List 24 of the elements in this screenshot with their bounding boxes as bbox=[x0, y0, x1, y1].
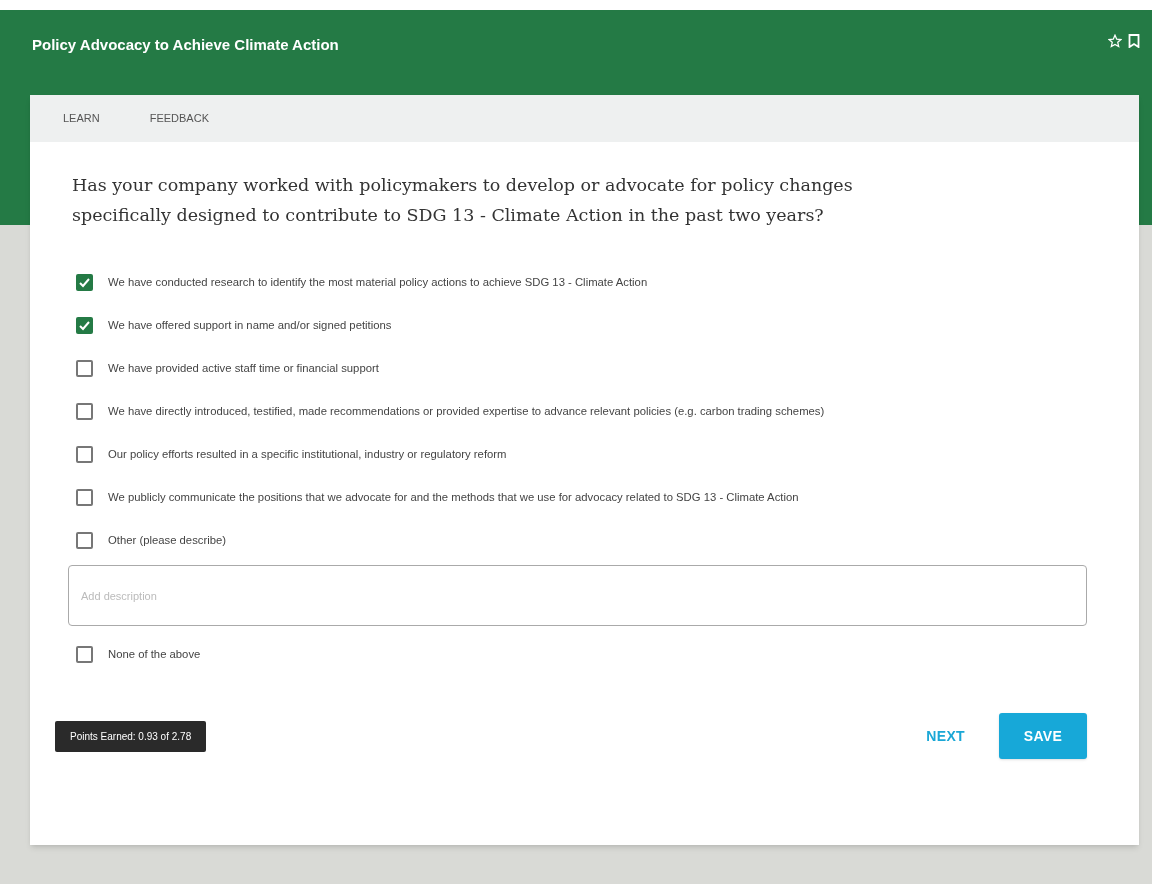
checkbox[interactable] bbox=[76, 274, 93, 291]
option-label: We have provided active staff time or financial support bbox=[108, 361, 379, 377]
bookmark-icon[interactable] bbox=[1128, 34, 1140, 48]
option-label: We have directly introduced, testified, made recommendations or provided expertise to advance relevant policies (e.g. carbon trading schemes) bbox=[108, 404, 825, 420]
option-label: We publicly communicate the positions that we advocate for and the methods that we use for advocacy related to SDG 13 - Climate Action bbox=[108, 490, 799, 506]
checkbox[interactable] bbox=[76, 360, 93, 377]
question-text: Has your company worked with policymakers to develop or advocate for policy changes specifically designed to contribute to SDG 13 - Climate Action in the past two years? bbox=[71, 174, 854, 227]
checkbox[interactable] bbox=[76, 317, 93, 334]
points-earned-label: Points Earned: 0.93 of 2.78 bbox=[55, 720, 207, 752]
option-label: We have offered support in name and/or signed petitions bbox=[108, 318, 392, 334]
option-label: Other (please describe) bbox=[108, 533, 227, 549]
option-label: Our policy efforts resulted in a specific institutional, industry or regulatory reform bbox=[108, 447, 507, 463]
tab[interactable]: LEARN bbox=[63, 110, 100, 127]
tab[interactable]: FEEDBACK bbox=[149, 110, 209, 127]
checkbox[interactable] bbox=[76, 489, 93, 506]
description-field[interactable]: Add description bbox=[68, 565, 1087, 626]
option-label: None of the above bbox=[108, 647, 201, 663]
star-icon[interactable] bbox=[1108, 34, 1122, 48]
checkbox[interactable] bbox=[76, 403, 93, 420]
checkbox[interactable] bbox=[76, 646, 93, 663]
checkbox[interactable] bbox=[76, 532, 93, 549]
checkbox[interactable] bbox=[76, 446, 93, 463]
option-label: We have conducted research to identify the most material policy actions to achieve SDG 13 - Climate Action bbox=[108, 275, 648, 291]
page-title: Policy Advocacy to Achieve Climate Action bbox=[32, 35, 339, 55]
